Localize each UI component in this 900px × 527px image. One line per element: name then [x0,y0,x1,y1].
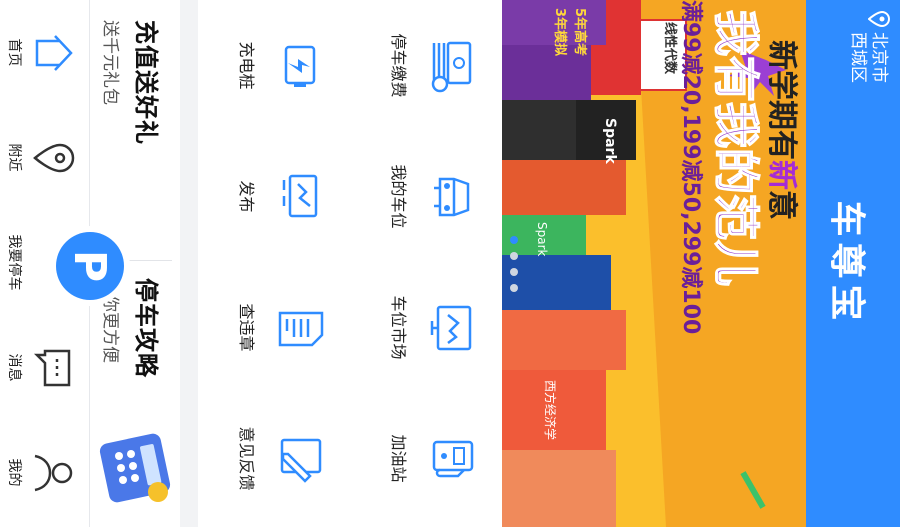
service-label: 充电桩 [237,41,256,90]
service-gas-station[interactable]: 加油站 [352,393,502,524]
tab-nearby[interactable]: 附近 [0,105,89,210]
banner-offer: 满99减20,199减50,299减100 [678,0,704,334]
banner-artwork: Spark Spark 5年高考 3年模拟 线性代数 西方经济学 新学期有新意 … [502,0,806,527]
fuel-pump-icon [432,440,474,477]
book-spark-1: Spark [602,118,618,164]
tab-home[interactable]: 首页 [0,0,89,105]
tab-label: 首页 [6,38,22,67]
book-spark-2: Spark [535,222,549,257]
service-publish[interactable]: 发布 [200,131,350,262]
service-label: 停车缴费 [389,33,408,98]
tab-label: 消息 [6,353,22,382]
screen: 北京市 西城区 车尊宝 Spark Spark 5年高考 3年模拟 线性代数 西… [0,0,900,527]
service-label: 发布 [237,180,256,213]
tab-label: 我的 [6,458,22,487]
service-label: 我的车位 [389,164,408,229]
recharge-title: 充值送好礼 [132,20,160,145]
battery-charge-icon [284,45,316,87]
park-fab-button[interactable]: P [50,226,130,306]
app-title: 车尊宝 [826,200,867,327]
book-5years: 5年高考 [572,8,588,56]
app-portrait-view: 北京市 西城区 车尊宝 Spark Spark 5年高考 3年模拟 线性代数 西… [0,0,900,527]
park-fab-label: P [56,232,124,300]
service-feedback[interactable]: 意见反馈 [200,393,350,524]
tab-label: 附近 [6,143,22,172]
tab-mine[interactable]: 我的 [0,420,89,525]
services-grid: 停车缴费 我的车位 车位市场 加油站 充电桩 发布 查违章 意见反馈 [198,0,502,527]
app-header: 北京市 西城区 车尊宝 [806,0,900,527]
service-label: 意见反馈 [237,426,256,491]
service-my-spot[interactable]: 我的车位 [352,131,502,262]
home-icon [35,34,73,71]
banner-dot[interactable] [510,251,518,260]
book-econ: 西方经济学 [543,380,558,440]
service-label: 查违章 [237,303,256,352]
book-linear: 线性代数 [662,22,678,75]
service-violations[interactable]: 查违章 [200,262,350,393]
recharge-subtitle: 送千元礼包 [100,20,120,105]
book-3years: 3年模拟 [552,8,568,56]
user-icon [34,454,73,491]
car-icon [434,177,470,216]
parking-guide-card[interactable]: 停车攻略 有你更方便 [90,278,180,518]
tab-messages[interactable]: 消息 [0,315,89,420]
document-list-icon [278,311,324,346]
service-parking-payment[interactable]: 停车缴费 [352,0,502,131]
banner-pagination [510,0,518,527]
service-charging-pile[interactable]: 充电桩 [200,0,350,131]
banner-dot[interactable] [510,235,518,244]
money-stack-icon [431,41,472,92]
banner-dot[interactable] [510,283,518,292]
map-pin-icon [33,143,75,172]
banner-headline-1: 新学期有新意 [764,40,799,220]
calculator-icon [99,433,171,503]
service-spot-market[interactable]: 车位市场 [352,262,502,393]
publish-truck-icon [282,174,318,217]
promo-banner[interactable]: Spark Spark 5年高考 3年模拟 线性代数 西方经济学 新学期有新意 … [502,0,806,527]
banner-headline-main: 我有我的范儿 [709,10,763,286]
pencil-feedback-icon [280,438,322,483]
parking-market-icon [430,305,472,350]
tab-label: 我要停车 [6,234,22,291]
service-label: 车位市场 [389,295,408,360]
message-icon [33,349,71,386]
recharge-promo-card[interactable]: 充值送好礼 送千元礼包 [90,20,180,250]
service-label: 加油站 [389,434,408,483]
banner-dot[interactable] [510,267,518,276]
